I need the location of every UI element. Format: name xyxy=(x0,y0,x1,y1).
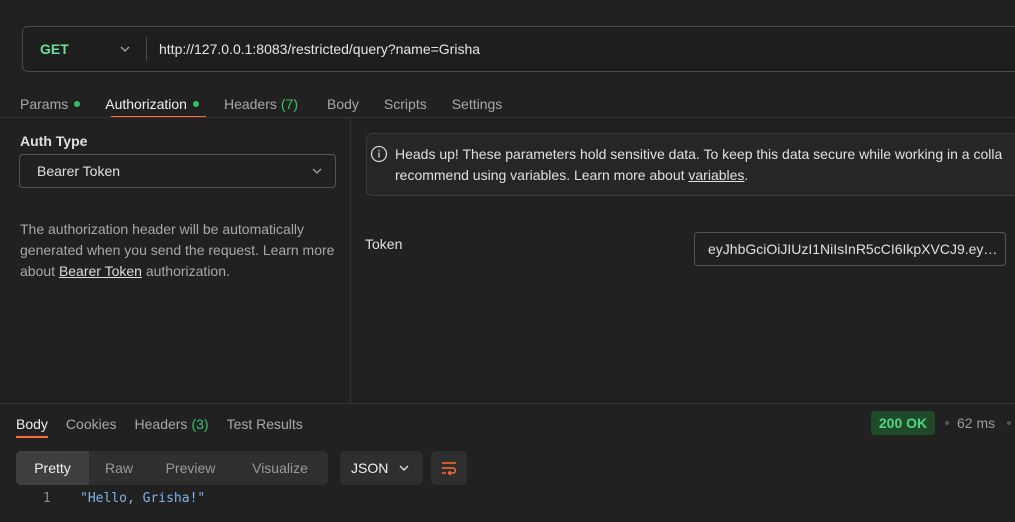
response-tabs: Body Cookies Headers (3) Test Results xyxy=(16,413,303,435)
format-value: JSON xyxy=(351,460,389,476)
notice-line-1: Heads up! These parameters hold sensitiv… xyxy=(395,146,1003,162)
tab-params[interactable]: Params xyxy=(20,96,81,112)
view-visualize-button[interactable]: Visualize xyxy=(232,451,328,485)
tab-authorization[interactable]: Authorization xyxy=(105,96,199,112)
chevron-down-icon[interactable] xyxy=(118,42,132,56)
tab-response-body[interactable]: Body xyxy=(16,416,48,432)
method-select[interactable]: GET xyxy=(40,41,118,57)
tab-label: Body xyxy=(16,416,48,432)
tab-scripts[interactable]: Scripts xyxy=(384,96,427,112)
tab-settings[interactable]: Settings xyxy=(452,96,503,112)
tab-label: Params xyxy=(20,96,69,112)
sensitive-data-notice xyxy=(366,133,1015,196)
divider xyxy=(0,403,1015,404)
tab-label: Headers xyxy=(223,96,277,112)
tab-label: Scripts xyxy=(383,96,427,112)
url-input[interactable]: http://127.0.0.1:8083/restricted/query?n… xyxy=(159,41,480,57)
tab-label: Settings xyxy=(451,96,503,112)
tab-label: Headers xyxy=(134,416,188,432)
token-input[interactable]: eyJhbGciOiJIUzI1NiIsInR5cCI6IkpXVCJ9.ey… xyxy=(694,232,1006,266)
tab-response-headers[interactable]: Headers (3) xyxy=(135,416,209,432)
indicator-dot xyxy=(74,101,81,107)
separator-dot xyxy=(1007,421,1011,425)
notice-line-2: recommend using variables. Learn more ab… xyxy=(395,167,748,183)
auth-type-label: Auth Type xyxy=(20,133,88,149)
bearer-token-link[interactable]: Bearer Token xyxy=(59,263,142,279)
auth-description: The authorization header will be automat… xyxy=(20,219,340,282)
tab-label: Body xyxy=(327,96,359,112)
status-badge[interactable]: 200 OK xyxy=(871,411,935,435)
url-divider xyxy=(146,37,147,61)
panel-divider xyxy=(350,117,351,403)
url-bar: GET http://127.0.0.1:8083/restricted/que… xyxy=(22,26,1015,72)
view-mode-group: Pretty Raw Preview Visualize xyxy=(16,451,328,485)
auth-type-select[interactable]: Bearer Token xyxy=(19,154,336,188)
notice-text: recommend using variables. Learn more ab… xyxy=(395,167,689,183)
tab-count: (3) xyxy=(191,416,209,432)
indicator-dot xyxy=(192,101,199,107)
info-icon xyxy=(370,145,388,163)
tab-headers[interactable]: Headers (7) xyxy=(224,96,298,112)
view-pretty-button[interactable]: Pretty xyxy=(16,451,89,485)
tab-test-results[interactable]: Test Results xyxy=(227,416,303,432)
chevron-down-icon xyxy=(399,465,409,471)
active-tab-underline xyxy=(16,436,48,438)
tab-label: Cookies xyxy=(65,416,117,432)
tab-count: (7) xyxy=(280,96,298,112)
response-time[interactable]: 62 ms xyxy=(957,415,995,431)
line-number: 1 xyxy=(43,491,51,506)
request-tabs: Params Authorization Headers (7) Body Sc… xyxy=(20,92,502,116)
divider xyxy=(0,117,1015,118)
auth-desc-text-end: authorization. xyxy=(141,263,230,279)
response-body-line[interactable]: "Hello, Grisha!" xyxy=(80,491,205,511)
format-select[interactable]: JSON xyxy=(340,451,423,485)
chevron-down-icon xyxy=(312,168,322,174)
view-preview-button[interactable]: Preview xyxy=(149,451,232,485)
tab-body[interactable]: Body xyxy=(327,96,359,112)
separator-dot xyxy=(945,421,949,425)
notice-text-end: . xyxy=(744,167,749,183)
tab-label: Authorization xyxy=(105,96,187,112)
token-label: Token xyxy=(365,236,403,252)
wrap-lines-icon xyxy=(442,462,457,476)
wrap-lines-button[interactable] xyxy=(431,451,467,485)
tab-cookies[interactable]: Cookies xyxy=(66,416,117,432)
view-raw-button[interactable]: Raw xyxy=(89,451,149,485)
auth-type-value: Bearer Token xyxy=(37,163,121,179)
variables-link[interactable]: variables xyxy=(688,167,744,183)
tab-label: Test Results xyxy=(226,416,303,432)
